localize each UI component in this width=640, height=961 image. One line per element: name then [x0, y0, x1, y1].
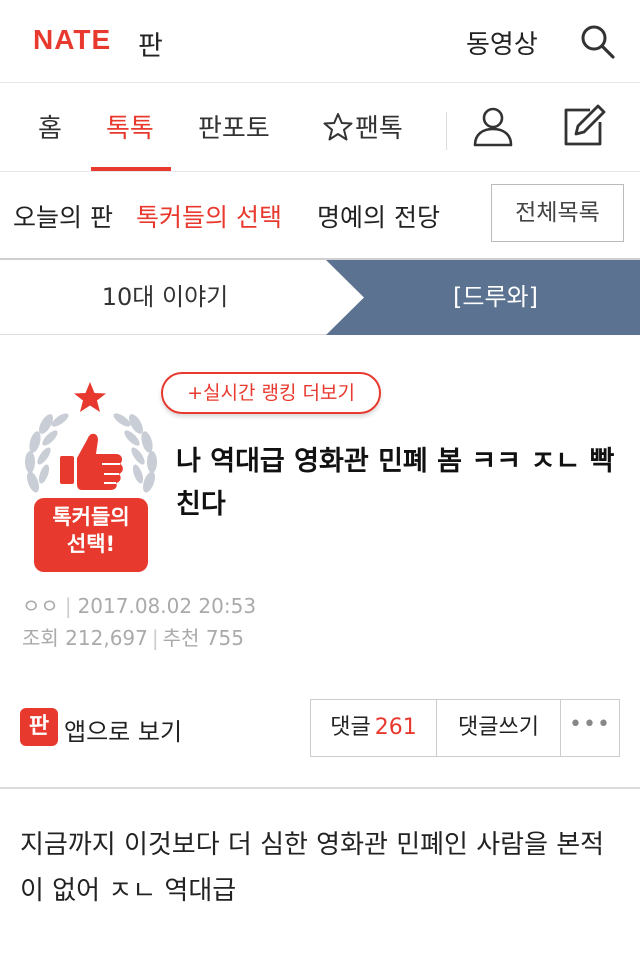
search-icon[interactable]	[578, 22, 618, 62]
pann-service-label[interactable]: 판	[138, 24, 163, 63]
nav-divider	[446, 112, 447, 150]
tab-toktok[interactable]: 톡톡	[106, 108, 154, 145]
badge-line2: 선택!	[66, 532, 116, 556]
tab-pann-photo[interactable]: 판포토	[198, 108, 270, 145]
video-link[interactable]: 동영상	[466, 24, 538, 61]
tab-home[interactable]: 홈	[38, 108, 62, 145]
star-icon	[323, 113, 353, 141]
badge-text: 톡커들의 선택!	[34, 504, 148, 558]
post-date: 2017.08.02 20:53	[77, 594, 257, 618]
comments-button[interactable]: 댓글 261	[311, 700, 437, 756]
all-list-button[interactable]: 전체목록	[491, 184, 624, 242]
more-options-button[interactable]: •••	[561, 700, 619, 756]
header: NATE 판 동영상	[0, 0, 640, 83]
main-nav: 홈 톡톡 판포토 팬톡	[0, 84, 640, 172]
recommend-label: 추천	[162, 626, 200, 650]
realtime-ranking-button[interactable]: +실시간 랭킹 더보기	[161, 372, 381, 414]
author-name[interactable]: ㅇㅇ	[22, 594, 59, 618]
badge-line1: 톡커들의	[52, 505, 130, 529]
article-body: 지금까지 이것보다 더 심한 영화관 민폐인 사람을 본적이 없어 ㅈㄴ 역대급	[20, 830, 605, 906]
views-count: 212,697	[65, 626, 148, 650]
subnav-talkers-choice[interactable]: 톡커들의 선택	[136, 198, 282, 234]
article-meta-stats: 조회 212,697 | 추천 755	[22, 626, 244, 650]
sub-nav: 오늘의 판 톡커들의 선택 명예의 전당 전체목록	[0, 172, 640, 258]
category-teen-stories[interactable]: 10대 이야기	[0, 260, 330, 335]
open-in-app-label: 앱으로 보기	[64, 718, 183, 746]
tab-fantalk-label: 팬톡	[355, 114, 403, 144]
active-tab-indicator	[91, 167, 171, 171]
comment-actions: 댓글 261 댓글쓰기 •••	[310, 699, 620, 757]
comments-count: 261	[374, 715, 417, 740]
category-bar: 10대 이야기 [드루와]	[0, 258, 640, 335]
category-druwa[interactable]: [드루와]	[453, 260, 538, 335]
nate-logo[interactable]: NATE	[33, 24, 111, 56]
article-title: 나 역대급 영화관 민폐 봄 ㅋㅋ ㅈㄴ 빡친다	[176, 446, 615, 520]
write-comment-button[interactable]: 댓글쓰기	[437, 700, 561, 756]
content-divider	[0, 787, 640, 789]
pann-app-icon: 판	[20, 708, 58, 746]
subnav-today[interactable]: 오늘의 판	[13, 198, 113, 234]
comments-label: 댓글	[330, 715, 371, 740]
views-label: 조회	[22, 626, 59, 650]
write-icon[interactable]	[562, 104, 606, 148]
article-meta-author-date: ㅇㅇ | 2017.08.02 20:53	[22, 594, 257, 618]
user-icon[interactable]	[471, 104, 515, 148]
recommend-count: 755	[205, 626, 244, 650]
subnav-hall-of-fame[interactable]: 명예의 전당	[317, 198, 440, 234]
